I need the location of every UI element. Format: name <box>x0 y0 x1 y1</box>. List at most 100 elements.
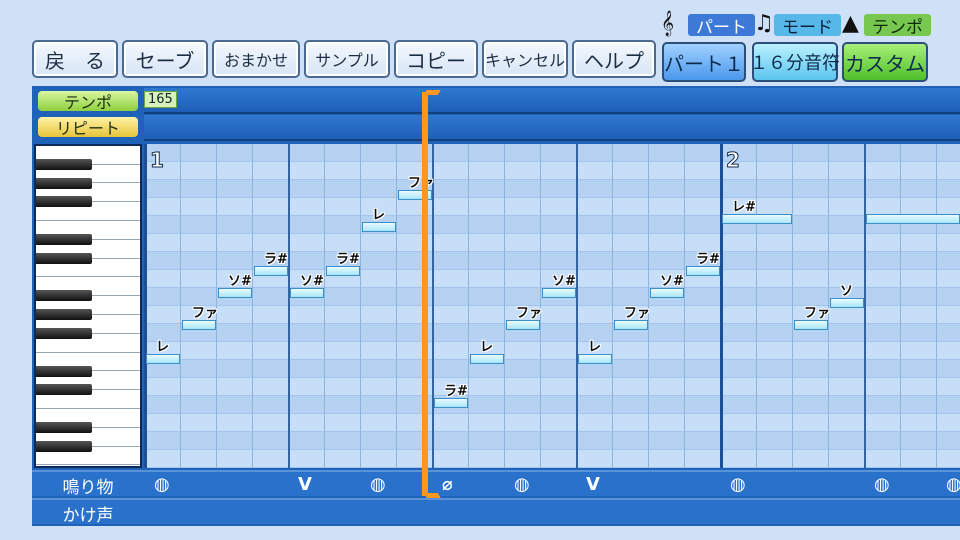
black-key[interactable] <box>36 158 92 170</box>
grid-row <box>144 162 960 180</box>
note-block[interactable] <box>830 298 864 308</box>
beat-line <box>252 144 253 468</box>
note-label: レ <box>480 340 494 355</box>
note-block[interactable] <box>434 398 468 408</box>
metronome-icon: ▲ <box>842 11 859 36</box>
mode-header-label: モード <box>774 14 841 38</box>
percussion-lane[interactable]: 鳴り物 ◍ V ◍ ⌀ ◍ V ◍ ◍ ◍ <box>32 470 960 498</box>
tempo-value: 165 <box>144 91 177 108</box>
stick-icon[interactable]: V <box>298 474 312 495</box>
back-button[interactable]: 戻 る <box>32 40 118 78</box>
note-label: ソ# <box>552 274 576 289</box>
grid-row <box>144 342 960 360</box>
music-note-icon: ♫ <box>754 11 774 36</box>
drum-icon[interactable]: ◍ <box>370 474 386 495</box>
calls-label: かけ声 <box>62 505 114 526</box>
note-block[interactable] <box>218 288 252 298</box>
playhead-cursor[interactable] <box>422 90 441 498</box>
black-key[interactable] <box>36 290 92 302</box>
measure-line <box>576 144 578 468</box>
drum-icon[interactable]: ◍ <box>874 474 890 495</box>
beat-line <box>612 144 613 468</box>
note-block[interactable] <box>578 354 612 364</box>
black-key[interactable] <box>36 196 92 208</box>
grid-row <box>144 198 960 216</box>
playhead-bottom <box>423 492 441 498</box>
black-key[interactable] <box>36 422 92 433</box>
note-block[interactable] <box>794 320 828 330</box>
black-key[interactable] <box>36 440 92 452</box>
tempo-header-label: テンポ <box>864 14 931 38</box>
grid-row <box>144 306 960 324</box>
cancel-button[interactable]: キャンセル <box>482 40 568 78</box>
omakase-button[interactable]: おまかせ <box>212 40 300 78</box>
grid-row <box>144 360 960 378</box>
shaker-icon[interactable]: ⌀ <box>442 474 453 495</box>
note-label: ラ# <box>264 252 288 267</box>
measure-number: 1 <box>150 148 165 173</box>
black-key[interactable] <box>36 365 92 377</box>
note-block[interactable] <box>650 288 684 298</box>
note-block[interactable] <box>722 214 792 224</box>
repeat-track-lane[interactable] <box>144 115 960 141</box>
note-block[interactable] <box>290 288 324 298</box>
note-block[interactable] <box>362 222 396 232</box>
sample-button[interactable]: サンプル <box>304 40 390 78</box>
measure-line <box>864 144 866 468</box>
note-block[interactable] <box>614 320 648 330</box>
stick-icon[interactable]: V <box>586 474 600 495</box>
note-block[interactable] <box>146 354 180 364</box>
note-block[interactable] <box>470 354 504 364</box>
beat-line <box>504 144 505 468</box>
sustained-note-block[interactable] <box>866 214 960 224</box>
beat-line <box>180 144 181 468</box>
note-label: ラ# <box>336 252 360 267</box>
black-key[interactable] <box>36 177 92 189</box>
note-label: レ <box>372 208 386 223</box>
note-block[interactable] <box>542 288 576 298</box>
note-label: ファ <box>804 306 831 321</box>
note-label: ソ# <box>660 274 684 289</box>
piano-keyboard[interactable] <box>34 144 142 468</box>
note-label: ファ <box>408 176 435 191</box>
copy-button[interactable]: コピー <box>394 40 478 78</box>
beat-line <box>324 144 325 468</box>
note-label: レ <box>156 340 170 355</box>
measure-number: 2 <box>726 148 741 173</box>
save-button[interactable]: セーブ <box>122 40 208 78</box>
tempo-mode-button[interactable]: カスタム <box>842 42 928 82</box>
tempo-track-lane[interactable]: 165 <box>144 88 960 114</box>
percussion-label: 鳴り物 <box>62 477 114 498</box>
black-key[interactable] <box>36 309 92 321</box>
calls-lane[interactable]: かけ声 <box>32 498 960 526</box>
drum-icon[interactable]: ◍ <box>730 474 746 495</box>
note-block[interactable] <box>686 266 720 276</box>
drum-icon[interactable]: ◍ <box>514 474 530 495</box>
help-button[interactable]: ヘルプ <box>572 40 656 78</box>
note-block[interactable] <box>326 266 360 276</box>
beat-line <box>756 144 757 468</box>
note-label: ソ# <box>228 274 252 289</box>
black-key[interactable] <box>36 252 92 264</box>
beat-line <box>936 144 937 468</box>
black-key[interactable] <box>36 384 92 396</box>
drum-icon[interactable]: ◍ <box>154 474 170 495</box>
editor-panel: テンポ 165 リピート 1 2 レファ ソ# ラ# ソ# ラ# レファ ラ# レファ ソ# レフ… <box>32 86 960 526</box>
note-block[interactable] <box>506 320 540 330</box>
note-block[interactable] <box>254 266 288 276</box>
note-label: ソ# <box>300 274 324 289</box>
note-grid[interactable]: 1 2 レファ ソ# ラ# ソ# ラ# レファ ラ# レファ ソ# レファ ソ# ラ# レ# ファソ <box>144 144 960 468</box>
grid-row <box>144 450 960 468</box>
part-select-button[interactable]: パート１ <box>662 42 746 82</box>
black-key[interactable] <box>36 234 92 245</box>
measure-line <box>288 144 290 468</box>
note-label: レ# <box>732 200 756 215</box>
note-mode-button[interactable]: １６分音符 <box>750 42 840 82</box>
grid-row <box>144 396 960 414</box>
grid-row <box>144 180 960 198</box>
drum-icon[interactable]: ◍ <box>946 474 960 495</box>
tempo-track-label: テンポ <box>38 91 138 112</box>
beat-line <box>468 144 469 468</box>
note-block[interactable] <box>182 320 216 330</box>
black-key[interactable] <box>36 328 92 339</box>
